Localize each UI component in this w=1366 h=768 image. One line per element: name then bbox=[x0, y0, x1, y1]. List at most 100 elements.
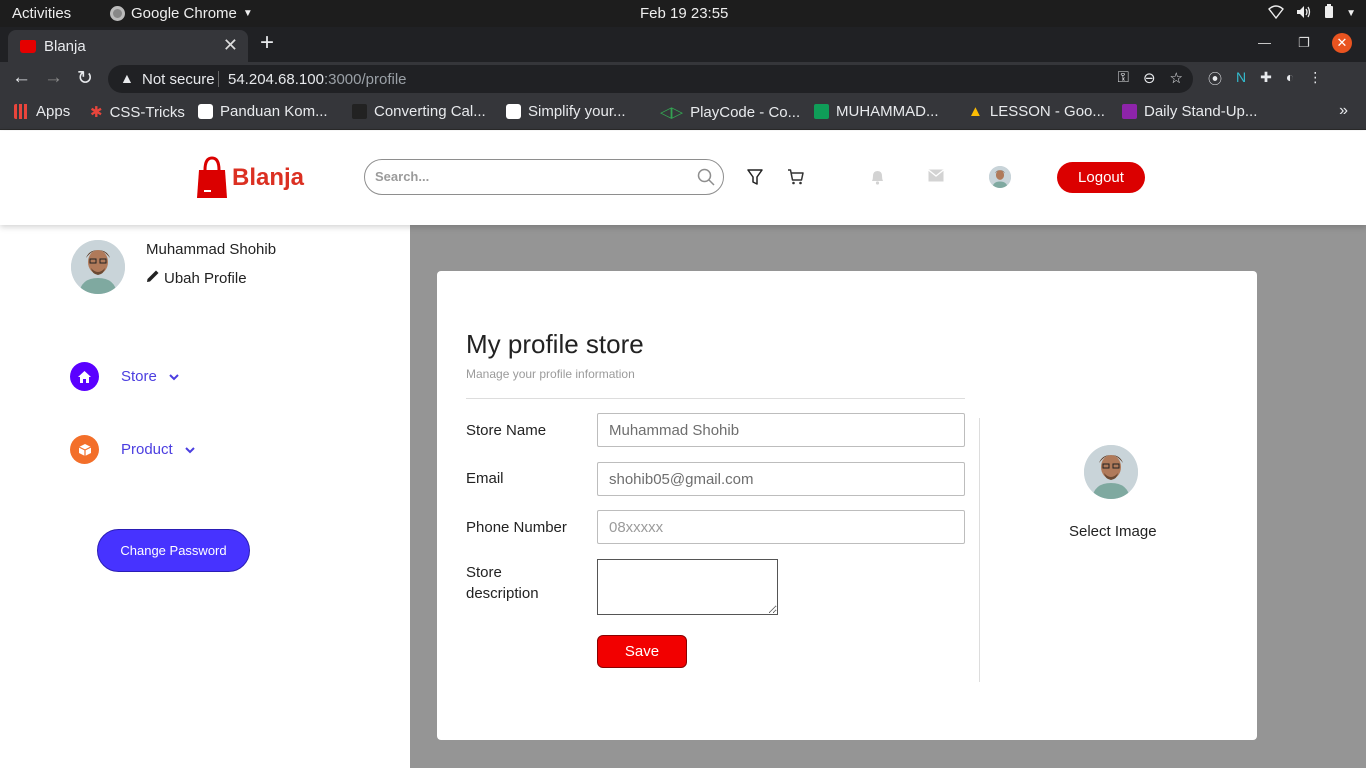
home-icon bbox=[70, 362, 99, 391]
brand-logo[interactable]: Blanja bbox=[196, 156, 304, 200]
extensions-area: ⦿ N ✚ ◐ ⋮ bbox=[1208, 69, 1322, 89]
activities-button[interactable]: Activities bbox=[12, 5, 71, 22]
profile-avatar-icon[interactable]: ◐ bbox=[1286, 69, 1294, 89]
warning-icon[interactable]: ▲ bbox=[120, 70, 134, 86]
caret-down-icon: ▼ bbox=[242, 8, 253, 19]
notion-extension-icon[interactable]: N bbox=[1236, 69, 1246, 89]
app-name: Google Chrome bbox=[131, 5, 237, 22]
zoom-icon[interactable]: ⊖ bbox=[1143, 69, 1156, 87]
blanja-favicon-icon bbox=[20, 40, 36, 53]
app-menu[interactable]: Google Chrome ▼ bbox=[110, 5, 253, 22]
sheets-icon bbox=[814, 104, 829, 119]
edit-profile-label: Ubah Profile bbox=[164, 269, 247, 287]
search-input[interactable] bbox=[375, 169, 685, 184]
drive-icon: ▲ bbox=[968, 103, 983, 120]
profile-store-card: My profile store Manage your profile inf… bbox=[437, 271, 1257, 740]
menu-dots-icon[interactable]: ⋮ bbox=[1308, 69, 1322, 89]
bookmark-item[interactable]: ◁▷ PlayCode - Co... bbox=[660, 103, 801, 122]
css-tricks-icon: ✱ bbox=[90, 104, 103, 121]
search-box[interactable] bbox=[364, 159, 724, 195]
url-text[interactable]: 54.204.68.100:3000/profile bbox=[228, 71, 407, 88]
chevron-down-icon bbox=[184, 441, 195, 459]
forms-icon bbox=[1122, 104, 1137, 119]
avatar bbox=[71, 240, 125, 294]
sidebar-item-store[interactable]: Store bbox=[70, 362, 179, 391]
bookmark-label: Simplify your... bbox=[528, 103, 626, 120]
save-button[interactable]: Save bbox=[597, 635, 687, 668]
bookmark-item[interactable]: ✱ CSS-Tricks bbox=[90, 103, 185, 122]
bookmark-item[interactable]: Apps bbox=[14, 103, 70, 120]
edit-profile-link[interactable]: Ubah Profile bbox=[146, 269, 247, 287]
change-password-button[interactable]: Change Password bbox=[97, 529, 250, 572]
store-name-input[interactable] bbox=[597, 413, 965, 447]
site-icon bbox=[352, 104, 367, 119]
battery-icon bbox=[1324, 4, 1334, 23]
chevron-down-icon bbox=[169, 368, 179, 386]
restore-icon[interactable]: ❐ bbox=[1298, 35, 1310, 51]
logout-button[interactable]: Logout bbox=[1057, 162, 1145, 193]
divider bbox=[466, 398, 965, 399]
bookmark-label: MUHAMMAD... bbox=[836, 103, 939, 120]
filter-icon[interactable] bbox=[747, 169, 763, 190]
bookmark-label: PlayCode - Co... bbox=[690, 103, 801, 121]
user-name: Muhammad Shohib bbox=[146, 241, 277, 258]
bookmark-item[interactable]: Simplify your... bbox=[506, 103, 626, 120]
user-avatar[interactable] bbox=[989, 166, 1011, 188]
store-description-textarea[interactable] bbox=[597, 559, 778, 615]
bookmark-label: LESSON - Goo... bbox=[989, 103, 1105, 120]
bell-icon[interactable] bbox=[870, 169, 885, 190]
site-header: Blanja Logout bbox=[0, 131, 1366, 225]
apps-grid-icon bbox=[14, 104, 29, 119]
bookmark-item[interactable]: Panduan Kom... bbox=[198, 103, 328, 120]
sidebar: Muhammad Shohib Ubah Profile Store Produ… bbox=[0, 225, 410, 768]
bookmark-label: CSS-Tricks bbox=[109, 103, 185, 121]
search-icon[interactable] bbox=[697, 168, 715, 191]
description-label-line1: Store bbox=[466, 564, 502, 581]
close-icon[interactable]: ✕ bbox=[223, 35, 238, 56]
store-name-label: Store Name bbox=[466, 422, 547, 439]
mail-icon[interactable] bbox=[928, 169, 944, 187]
sidebar-item-product[interactable]: Product bbox=[70, 435, 195, 464]
bookmark-item[interactable]: ▲ LESSON - Goo... bbox=[968, 103, 1105, 120]
bookmark-item[interactable]: Daily Stand-Up... bbox=[1122, 103, 1257, 120]
key-icon[interactable]: ⚿ bbox=[1118, 69, 1129, 87]
address-bar[interactable]: ▲ Not secure 54.204.68.100:3000/profile … bbox=[108, 65, 1193, 93]
back-icon[interactable]: ← bbox=[12, 67, 31, 89]
security-label[interactable]: Not secure bbox=[142, 71, 215, 88]
page-subtitle: Manage your profile information bbox=[466, 367, 635, 381]
medium-icon bbox=[506, 104, 521, 119]
window-close-icon[interactable]: ✕ bbox=[1332, 33, 1352, 53]
phone-input[interactable] bbox=[597, 510, 965, 544]
extension-icon[interactable]: ⦿ bbox=[1208, 69, 1222, 89]
tab-blanja[interactable]: Blanja ✕ bbox=[8, 30, 248, 62]
bookmark-item[interactable]: MUHAMMAD... bbox=[814, 103, 939, 120]
bookmark-star-icon[interactable]: ☆ bbox=[1170, 69, 1183, 87]
email-label: Email bbox=[466, 470, 504, 487]
more-bookmarks-icon[interactable]: » bbox=[1339, 102, 1348, 120]
puzzle-icon[interactable]: ✚ bbox=[1260, 69, 1272, 89]
store-image-avatar[interactable] bbox=[1084, 445, 1138, 499]
vertical-divider bbox=[979, 418, 980, 682]
forward-icon[interactable]: → bbox=[44, 67, 63, 89]
select-image-button[interactable]: Select Image bbox=[1069, 523, 1157, 540]
tab-title: Blanja bbox=[44, 38, 86, 55]
minimize-icon[interactable]: — bbox=[1258, 35, 1271, 50]
medium-icon bbox=[198, 104, 213, 119]
phone-label: Phone Number bbox=[466, 519, 567, 536]
page-title: My profile store bbox=[466, 329, 644, 359]
browser-toolbar: ← → ↻ ▲ Not secure 54.204.68.100:3000/pr… bbox=[0, 62, 1366, 95]
sidebar-item-label: Store bbox=[121, 368, 157, 385]
url-path: :3000/profile bbox=[323, 71, 407, 88]
cart-icon[interactable] bbox=[787, 169, 804, 190]
bookmark-item[interactable]: Converting Cal... bbox=[352, 103, 486, 120]
bookmark-label: Daily Stand-Up... bbox=[1144, 103, 1258, 120]
new-tab-icon[interactable]: + bbox=[260, 29, 274, 57]
reload-icon[interactable]: ↻ bbox=[77, 67, 93, 90]
volume-icon bbox=[1296, 5, 1312, 23]
clock[interactable]: Feb 19 23:55 bbox=[640, 5, 728, 22]
os-top-bar: Activities Google Chrome ▼ Feb 19 23:55 … bbox=[0, 0, 1366, 27]
system-tray[interactable]: ▼ bbox=[1268, 4, 1356, 23]
store-description-label: Store description bbox=[466, 562, 539, 604]
email-input[interactable] bbox=[597, 462, 965, 496]
wifi-icon bbox=[1268, 4, 1285, 23]
